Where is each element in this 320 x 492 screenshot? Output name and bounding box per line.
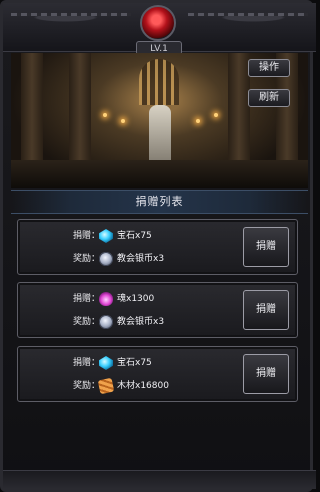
candle-light bbox=[103, 113, 107, 117]
donate-button[interactable]: 捐赠 bbox=[243, 354, 289, 394]
donation-card: 捐赠： 宝石x75 奖励： 木材x16800 捐赠 bbox=[17, 346, 298, 402]
stained-window bbox=[139, 59, 179, 105]
donate-row: 捐赠： 宝石x75 bbox=[18, 355, 238, 371]
donate-row: 捐赠： 魂x1300 bbox=[18, 291, 238, 307]
gem-icon bbox=[99, 356, 113, 370]
donate-label: 捐赠： bbox=[72, 358, 100, 368]
reward-amount: 教会银币x3 bbox=[117, 254, 165, 264]
donation-list-title: 捐赠列表 bbox=[11, 190, 308, 214]
operate-button[interactable]: 操作 bbox=[248, 59, 290, 77]
candle-light bbox=[214, 113, 218, 117]
donation-card: 捐赠： 魂x1300 奖励： 教会银币x3 捐赠 bbox=[17, 282, 298, 338]
reward-label: 奖励： bbox=[72, 381, 100, 391]
soul-icon bbox=[99, 292, 113, 306]
reward-row: 奖励： 木材x16800 bbox=[18, 377, 238, 395]
bottom-trim bbox=[3, 470, 316, 489]
church-silver-coin-icon bbox=[99, 315, 113, 329]
candle-light bbox=[196, 119, 200, 123]
gem-icon bbox=[99, 229, 113, 243]
reward-row: 奖励： 教会银币x3 bbox=[18, 314, 238, 330]
reward-label: 奖励： bbox=[72, 317, 100, 327]
donation-card: 捐赠： 宝石x75 奖励： 教会银币x3 捐赠 bbox=[17, 219, 298, 275]
donate-row: 捐赠： 宝石x75 bbox=[18, 228, 238, 244]
wood-icon bbox=[97, 377, 115, 395]
reward-row: 奖励： 教会银币x3 bbox=[18, 251, 238, 267]
angel-statue bbox=[149, 105, 171, 167]
candle-light bbox=[121, 119, 125, 123]
main-panel-frame: LV.1 操作 刷新 捐赠列表 捐赠： 宝石x75 奖励： 教会银币x3 捐赠 … bbox=[0, 0, 316, 492]
donate-button[interactable]: 捐赠 bbox=[243, 290, 289, 330]
donate-label: 捐赠： bbox=[72, 231, 100, 241]
donate-label: 捐赠： bbox=[72, 294, 100, 304]
reward-amount: 木材x16800 bbox=[117, 381, 169, 391]
donate-cost: 宝石x75 bbox=[117, 358, 152, 368]
church-silver-coin-icon bbox=[99, 252, 113, 266]
reward-amount: 教会银币x3 bbox=[117, 317, 165, 327]
red-gem-icon bbox=[140, 5, 176, 41]
donate-button[interactable]: 捐赠 bbox=[243, 227, 289, 267]
refresh-button[interactable]: 刷新 bbox=[248, 89, 290, 107]
reward-label: 奖励： bbox=[72, 254, 100, 264]
donate-cost: 魂x1300 bbox=[117, 294, 155, 304]
church-floor bbox=[11, 160, 308, 188]
donate-cost: 宝石x75 bbox=[117, 231, 152, 241]
